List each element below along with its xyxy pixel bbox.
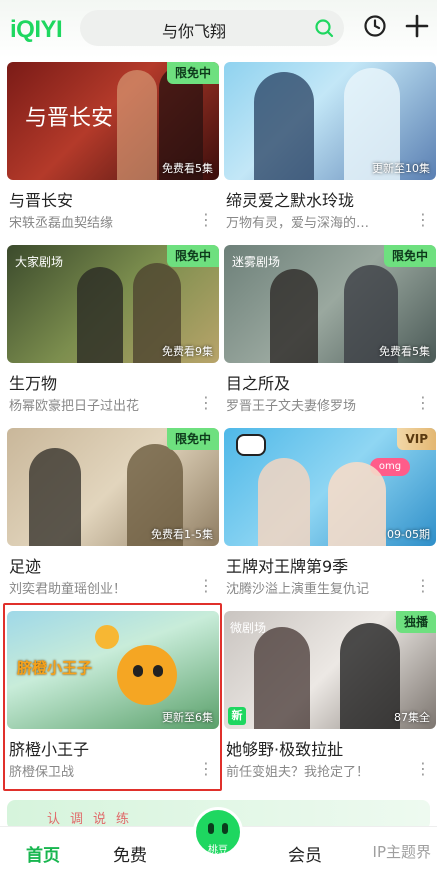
- more-options-icon[interactable]: ⋮: [198, 576, 214, 595]
- taodou-button[interactable]: 桃豆: [193, 807, 243, 857]
- episode-info: 免费看5集: [162, 162, 213, 175]
- video-title[interactable]: 与晋长安: [9, 187, 73, 211]
- face-icon: [208, 823, 228, 834]
- poster-figure: [254, 627, 310, 729]
- video-subtitle: 罗晋王子文夫妻修罗场: [226, 399, 357, 414]
- video-subtitle: 沈腾沙溢上演重生复仇记: [226, 582, 370, 597]
- exclusive-badge: 独播: [395, 611, 436, 633]
- poster-logo: 微剧场: [230, 621, 267, 635]
- video-thumbnail[interactable]: 迷雾剧场 限免中 免费看5集: [224, 245, 436, 363]
- poster-figure: [340, 623, 400, 729]
- free-badge: 限免中: [383, 245, 436, 267]
- free-badge: 限免中: [166, 245, 219, 267]
- video-thumbnail[interactable]: 更新至10集: [224, 62, 436, 180]
- search-bar[interactable]: 与你飞翔: [80, 10, 344, 46]
- video-thumbnail[interactable]: 微剧场 独播 新 87集全: [224, 611, 436, 729]
- video-title[interactable]: 王牌对王牌第9季: [226, 553, 348, 577]
- banner-text: 认调说练: [47, 812, 140, 827]
- plus-icon[interactable]: [405, 14, 429, 38]
- video-title[interactable]: 目之所及: [226, 370, 290, 394]
- episode-info: 免费看9集: [162, 345, 213, 358]
- poster-figure: [270, 269, 318, 363]
- video-title[interactable]: 她够野·极致拉扯: [226, 736, 343, 760]
- video-thumbnail[interactable]: 限免中 免费看1-5集: [7, 428, 219, 546]
- video-title[interactable]: 足迹: [9, 553, 41, 577]
- poster-figure: [258, 458, 310, 546]
- top-header: iQIYI 与你飞翔: [0, 0, 437, 58]
- episode-info: 09-05期: [387, 528, 430, 541]
- bottom-tab-bar: 首页 免费 桃豆 会员 IP主题界: [0, 807, 437, 875]
- video-card[interactable]: 微剧场 独播 新 87集全 她够野·极致拉扯 前任变姐夫？我抢定了！ ⋮: [224, 611, 436, 786]
- episode-info: 免费看5集: [379, 345, 430, 358]
- video-thumbnail[interactable]: 与晋长安 限免中 免费看5集: [7, 62, 219, 180]
- tab-free[interactable]: 免费: [113, 841, 147, 866]
- tab-home[interactable]: 首页: [26, 841, 60, 866]
- episode-info: 更新至10集: [372, 162, 430, 175]
- video-subtitle: 刘奕君助童瑶创业！: [9, 582, 127, 597]
- video-card[interactable]: 更新至10集 缔灵爱之默水玲珑 万物有灵，爱与深海的… ⋮: [224, 62, 436, 237]
- poster-sticker: [236, 434, 266, 456]
- poster-logo: 迷雾剧场: [232, 255, 281, 269]
- free-badge: 限免中: [166, 428, 219, 450]
- video-subtitle: 宋轶丞磊血契结缘: [9, 216, 114, 231]
- video-subtitle: 前任变姐夫？我抢定了！: [226, 765, 370, 780]
- poster-figure: [328, 462, 386, 546]
- video-subtitle: 万物有灵，爱与深海的…: [226, 216, 370, 231]
- poster-logo: 大家剧场: [15, 255, 64, 269]
- search-icon[interactable]: [314, 18, 334, 38]
- more-options-icon[interactable]: ⋮: [198, 210, 214, 229]
- video-title[interactable]: 缔灵爱之默水玲珑: [226, 187, 354, 211]
- video-card[interactable]: 迷雾剧场 限免中 免费看5集 目之所及 罗晋王子文夫妻修罗场 ⋮: [224, 245, 436, 420]
- more-options-icon[interactable]: ⋮: [198, 393, 214, 412]
- more-options-icon[interactable]: ⋮: [415, 210, 431, 229]
- free-badge: 限免中: [166, 62, 219, 84]
- poster-figure: [254, 72, 314, 180]
- iqiyi-logo[interactable]: iQIYI: [10, 16, 63, 44]
- selection-highlight: [3, 603, 222, 791]
- video-thumbnail[interactable]: omg VIP 09-05期: [224, 428, 436, 546]
- more-options-icon[interactable]: ⋮: [415, 393, 431, 412]
- episode-info: 免费看1-5集: [151, 528, 213, 541]
- more-options-icon[interactable]: ⋮: [415, 759, 431, 778]
- video-card[interactable]: omg VIP 09-05期 王牌对王牌第9季 沈腾沙溢上演重生复仇记 ⋮: [224, 428, 436, 603]
- video-card[interactable]: 大家剧场 限免中 免费看9集 生万物 杨幂欧豪把日子过出花 ⋮: [7, 245, 219, 420]
- more-options-icon[interactable]: ⋮: [415, 576, 431, 595]
- episode-info: 87集全: [394, 711, 430, 724]
- poster-figure: [117, 70, 157, 180]
- tab-vip[interactable]: 会员: [288, 841, 322, 866]
- history-icon[interactable]: [363, 14, 387, 38]
- poster-calligraphy: 与晋长安: [25, 106, 114, 131]
- taodou-label: 桃豆: [208, 845, 228, 856]
- search-input[interactable]: 与你飞翔: [80, 18, 308, 42]
- video-subtitle: 杨幂欧豪把日子过出花: [9, 399, 140, 414]
- poster-figure: [77, 267, 123, 363]
- vip-badge: VIP: [397, 428, 436, 450]
- video-thumbnail[interactable]: 大家剧场 限免中 免费看9集: [7, 245, 219, 363]
- video-title[interactable]: 生万物: [9, 370, 57, 394]
- watermark: IP主题界: [372, 843, 431, 861]
- video-card[interactable]: 与晋长安 限免中 免费看5集 与晋长安 宋轶丞磊血契结缘 ⋮: [7, 62, 219, 237]
- new-tag: 新: [228, 707, 246, 725]
- video-card[interactable]: 限免中 免费看1-5集 足迹 刘奕君助童瑶创业！ ⋮: [7, 428, 219, 603]
- poster-figure: [29, 448, 81, 546]
